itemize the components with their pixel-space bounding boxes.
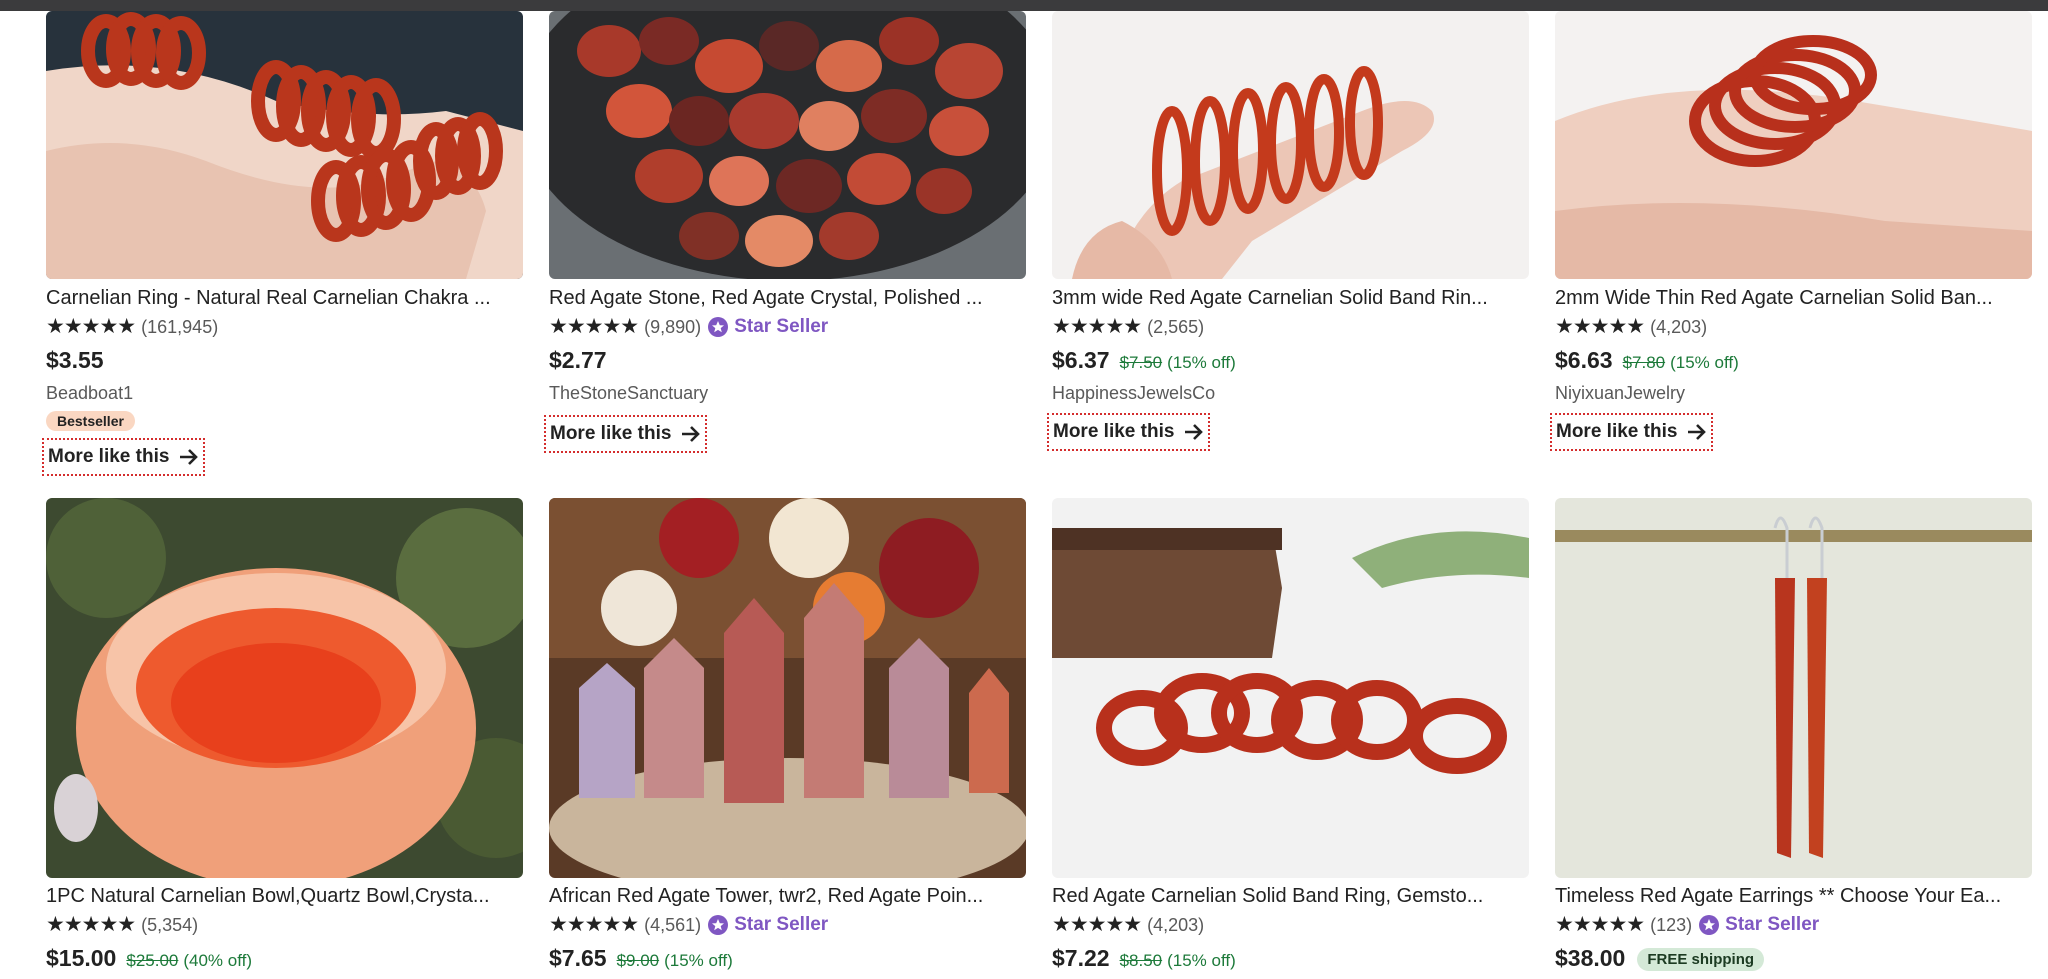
rating-row: ★★★★★ (4,561) Star Seller: [549, 913, 1026, 937]
listing-image[interactable]: [46, 11, 523, 279]
listing-title[interactable]: African Red Agate Tower, twr2, Red Agate…: [549, 883, 1026, 909]
discount: (15% off): [1670, 353, 1739, 372]
review-count: (2,565): [1147, 316, 1205, 337]
price-row: $6.63 $7.80 (15% off): [1555, 347, 2032, 377]
price: $15.00: [46, 945, 117, 971]
review-count: (4,203): [1147, 914, 1205, 935]
rating-row: ★★★★★ (161,945): [46, 315, 523, 339]
star-seller-icon: [1699, 915, 1720, 935]
more-like-this-label: More like this: [48, 446, 170, 467]
rating-row: ★★★★★ (123) Star Seller: [1555, 913, 2032, 937]
listing-title[interactable]: Red Agate Stone, Red Agate Crystal, Poli…: [549, 285, 1026, 311]
more-like-this-label: More like this: [1053, 421, 1175, 442]
original-price: $25.00: [126, 951, 179, 970]
more-like-this-label: More like this: [550, 423, 672, 444]
star-rating-icon: ★★★★★: [1052, 913, 1142, 936]
more-like-this-label: More like this: [1556, 421, 1678, 442]
listing-image[interactable]: [1052, 498, 1529, 878]
more-like-this-button[interactable]: More like this: [544, 415, 708, 453]
listing-image[interactable]: [46, 498, 523, 878]
discount: (15% off): [664, 951, 733, 970]
listing-title[interactable]: Red Agate Carnelian Solid Band Ring, Gem…: [1052, 883, 1529, 909]
rating-row: ★★★★★ (2,565): [1052, 315, 1529, 339]
more-like-this-button[interactable]: More like this: [1047, 413, 1211, 451]
star-seller-label: Star Seller: [1725, 914, 1820, 935]
price-row: $7.65 $9.00 (15% off): [549, 945, 1026, 975]
star-rating-icon: ★★★★★: [549, 315, 639, 338]
price: $7.65: [549, 945, 607, 971]
listing-image[interactable]: [549, 11, 1026, 279]
price-row: $6.37 $7.50 (15% off): [1052, 347, 1529, 377]
star-seller-icon: [708, 915, 729, 935]
listing-title[interactable]: 3mm wide Red Agate Carnelian Solid Band …: [1052, 285, 1529, 311]
price: $6.37: [1052, 347, 1110, 373]
bestseller-badge: Bestseller: [46, 411, 135, 431]
review-count: (5,354): [141, 914, 199, 935]
review-count: (4,203): [1650, 316, 1708, 337]
star-rating-icon: ★★★★★: [1555, 913, 1645, 936]
rating-row: ★★★★★ (4,203): [1555, 315, 2032, 339]
arrow-right-icon: [1185, 424, 1204, 440]
shop-name[interactable]: HappinessJewelsCo: [1052, 383, 1529, 405]
arrow-right-icon: [682, 426, 701, 442]
star-seller-icon: [708, 317, 729, 337]
star-rating-icon: ★★★★★: [46, 315, 136, 338]
star-rating-icon: ★★★★★: [549, 913, 639, 936]
listing-image[interactable]: [1052, 11, 1529, 279]
listing-image[interactable]: [1555, 498, 2032, 878]
rating-row: ★★★★★ (9,890) Star Seller: [549, 315, 1026, 339]
more-like-this-button[interactable]: More like this: [42, 438, 206, 476]
review-count: (161,945): [141, 316, 219, 337]
shop-name[interactable]: Beadboat1: [46, 383, 523, 405]
star-seller-badge: Star Seller: [707, 316, 828, 338]
review-count: (4,561): [644, 914, 702, 935]
star-seller-badge: Star Seller: [1698, 914, 1819, 936]
price: $6.63: [1555, 347, 1613, 373]
arrow-right-icon: [180, 449, 199, 465]
discount: (15% off): [1167, 353, 1236, 372]
listing-title[interactable]: 1PC Natural Carnelian Bowl,Quartz Bowl,C…: [46, 883, 523, 909]
price-row: $2.77: [549, 347, 1026, 377]
listing-title[interactable]: 2mm Wide Thin Red Agate Carnelian Solid …: [1555, 285, 2032, 311]
listing-image[interactable]: [549, 498, 1026, 878]
price-row: $7.22 $8.50 (15% off): [1052, 945, 1529, 975]
star-rating-icon: ★★★★★: [1052, 315, 1142, 338]
price-row: $15.00 $25.00 (40% off): [46, 945, 523, 975]
free-shipping-badge: FREE shipping: [1637, 948, 1765, 971]
listing-title[interactable]: Carnelian Ring - Natural Real Carnelian …: [46, 285, 523, 311]
price: $2.77: [549, 347, 607, 373]
original-price: $7.80: [1622, 353, 1666, 372]
browser-top-bar: [0, 0, 2048, 11]
discount: (15% off): [1167, 951, 1236, 970]
star-seller-label: Star Seller: [734, 914, 829, 935]
price: $38.00: [1555, 945, 1626, 971]
price-row: $3.55: [46, 347, 523, 377]
listing-title[interactable]: Timeless Red Agate Earrings ** Choose Yo…: [1555, 883, 2032, 909]
price: $3.55: [46, 347, 104, 373]
original-price: $7.50: [1119, 353, 1163, 372]
price-row: $38.00 FREE shipping: [1555, 945, 2032, 975]
original-price: $8.50: [1119, 951, 1163, 970]
more-like-this-button[interactable]: More like this: [1550, 413, 1714, 451]
discount: (40% off): [183, 951, 253, 970]
shop-name[interactable]: TheStoneSanctuary: [549, 383, 1026, 405]
rating-row: ★★★★★ (4,203): [1052, 913, 1529, 937]
star-seller-badge: Star Seller: [707, 914, 828, 936]
arrow-right-icon: [1688, 424, 1707, 440]
original-price: $9.00: [616, 951, 660, 970]
price: $7.22: [1052, 945, 1110, 971]
review-count: (9,890): [644, 316, 702, 337]
star-rating-icon: ★★★★★: [46, 913, 136, 936]
shop-name[interactable]: NiyixuanJewelry: [1555, 383, 2032, 405]
listing-image[interactable]: [1555, 11, 2032, 279]
review-count: (123): [1650, 914, 1693, 935]
star-seller-label: Star Seller: [734, 316, 829, 337]
rating-row: ★★★★★ (5,354): [46, 913, 523, 937]
star-rating-icon: ★★★★★: [1555, 315, 1645, 338]
